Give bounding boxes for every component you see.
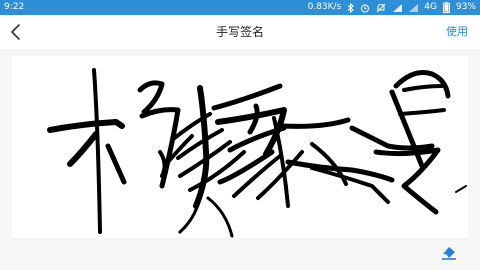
eraser-icon [442, 247, 456, 260]
battery-percent: 93% [455, 2, 476, 12]
battery-icon [442, 2, 450, 13]
eraser-button[interactable] [440, 243, 458, 261]
bluetooth-icon [347, 2, 355, 13]
signature-pad[interactable] [12, 56, 468, 238]
status-icons: 0.83K/s 4G 93% [308, 0, 476, 15]
network-speed: 0.83K/s [307, 2, 342, 12]
back-arrow-icon [11, 24, 20, 40]
mute-icon [376, 3, 386, 13]
signature-drawing [47, 68, 467, 238]
app-bar: 手写签名 使用 [0, 15, 480, 49]
page-title: 手写签名 [215, 25, 264, 39]
alarm-icon [360, 3, 370, 13]
wifi-icon [392, 3, 403, 13]
status-bar: 9:22 0.83K/s 4G 93% [0, 0, 480, 15]
signal-icon [408, 3, 419, 13]
back-button[interactable] [6, 22, 28, 42]
use-button[interactable]: 使用 [446, 15, 468, 49]
network-type: 4G [424, 2, 437, 12]
status-time: 9:22 [4, 2, 25, 12]
